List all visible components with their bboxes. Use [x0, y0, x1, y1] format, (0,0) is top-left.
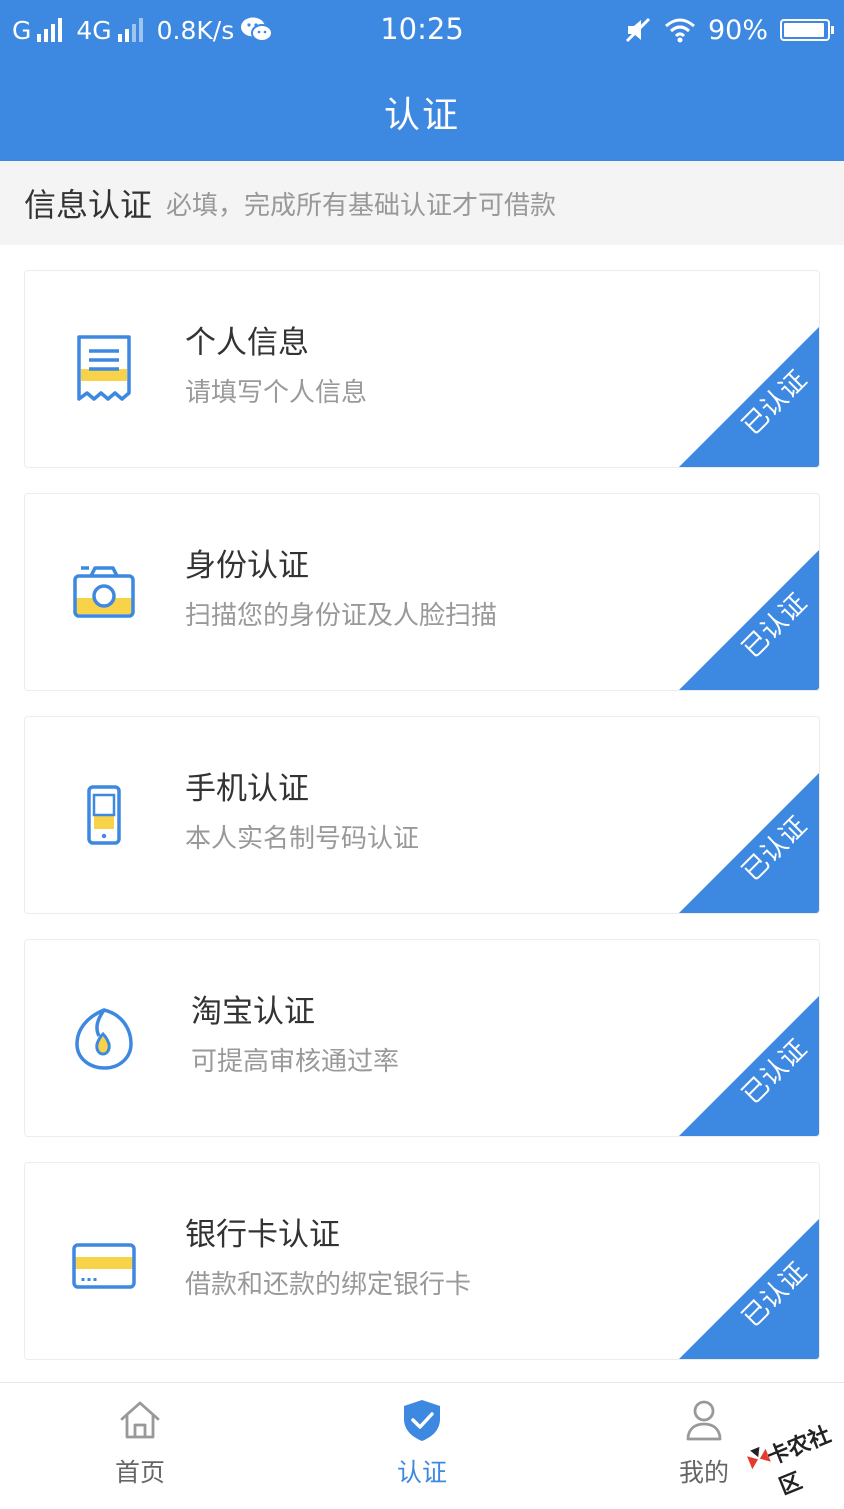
- tab-verification[interactable]: 认证: [322, 1383, 522, 1501]
- verified-badge: 已认证: [679, 996, 819, 1136]
- battery-percent: 90%: [707, 14, 768, 46]
- card-title: 个人信息: [185, 325, 309, 361]
- card-subtitle: 可提高审核通过率: [191, 1047, 400, 1077]
- phone-icon: [87, 785, 121, 845]
- tab-label: 认证: [396, 1458, 447, 1487]
- verified-badge: 已认证: [679, 550, 819, 690]
- section-title: 信息认证: [24, 186, 153, 224]
- document-icon: [77, 335, 131, 401]
- verified-badge: 已认证: [679, 1219, 819, 1359]
- bottom-tab-bar: 首页 认证 我的: [0, 1382, 844, 1500]
- verification-card-taobao[interactable]: 淘宝认证 可提高审核通过率 已认证: [24, 939, 820, 1137]
- card-title: 身份认证: [185, 548, 309, 584]
- card-subtitle: 扫描您的身份证及人脸扫描: [185, 601, 498, 631]
- page-title: 认证: [383, 95, 460, 136]
- section-header: 信息认证 必填，完成所有基础认证才可借款: [0, 161, 844, 245]
- tab-home[interactable]: 首页: [40, 1383, 240, 1501]
- card-title: 淘宝认证: [191, 994, 315, 1030]
- card-title: 手机认证: [185, 771, 309, 807]
- mute-icon: [625, 17, 651, 43]
- shield-check-icon: [404, 1400, 440, 1441]
- bank-card-icon: [72, 1243, 136, 1289]
- taobao-drop-icon: [75, 1008, 133, 1070]
- card-subtitle: 本人实名制号码认证: [185, 824, 420, 854]
- tab-label: 首页: [114, 1458, 165, 1487]
- verification-card-phone[interactable]: 手机认证 本人实名制号码认证 已认证: [24, 716, 820, 914]
- verified-badge: 已认证: [679, 327, 819, 467]
- wifi-icon: [665, 18, 695, 43]
- verification-card-bank-card[interactable]: 银行卡认证 借款和还款的绑定银行卡 已认证: [24, 1162, 820, 1360]
- card-title: 银行卡认证: [185, 1217, 340, 1253]
- home-icon: [120, 1401, 160, 1439]
- camera-icon: [73, 566, 135, 618]
- card-subtitle: 借款和还款的绑定银行卡: [185, 1270, 472, 1300]
- verification-card-personal-info[interactable]: 个人信息 请填写个人信息 已认证: [24, 270, 820, 468]
- user-icon: [686, 1400, 722, 1441]
- card-subtitle: 请填写个人信息: [185, 378, 368, 408]
- battery-icon: [780, 19, 834, 41]
- section-note: 必填，完成所有基础认证才可借款: [166, 190, 557, 221]
- verification-card-identity[interactable]: 身份认证 扫描您的身份证及人脸扫描 已认证: [24, 493, 820, 691]
- verified-badge: 已认证: [679, 773, 819, 913]
- status-bar: G 4G 0.8K/s 10:25 90%: [0, 0, 844, 58]
- top-app-bar: G 4G 0.8K/s 10:25 90% 认证: [0, 0, 844, 161]
- status-bar-right: 90%: [624, 12, 834, 48]
